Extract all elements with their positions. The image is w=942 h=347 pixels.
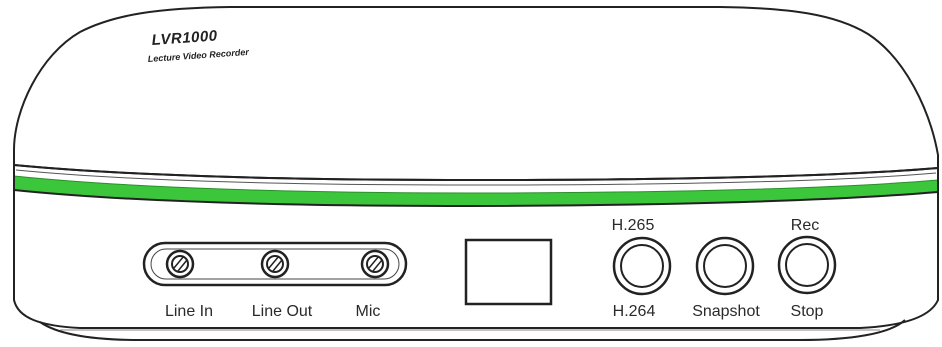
ir-receiver-window xyxy=(464,238,553,306)
button-label-h264: H.264 xyxy=(613,303,656,320)
line-out-jack[interactable] xyxy=(260,249,290,279)
button-label-snapshot: Snapshot xyxy=(692,303,760,320)
port-label-mic: Mic xyxy=(356,303,381,320)
encoding-toggle-button[interactable] xyxy=(612,236,672,296)
record-stop-button[interactable] xyxy=(777,235,837,295)
recorder-device-diagram: LVR1000 Lecture Video Recorder Line In L… xyxy=(13,6,939,341)
line-in-jack[interactable] xyxy=(165,249,195,279)
snapshot-button[interactable] xyxy=(695,236,755,296)
button-label-rec: Rec xyxy=(791,217,819,234)
button-label-h265: H.265 xyxy=(612,217,655,234)
button-label-stop: Stop xyxy=(791,303,824,320)
mic-jack[interactable] xyxy=(360,249,390,279)
port-label-line-out: Line Out xyxy=(252,303,313,320)
port-label-line-in: Line In xyxy=(165,303,213,320)
